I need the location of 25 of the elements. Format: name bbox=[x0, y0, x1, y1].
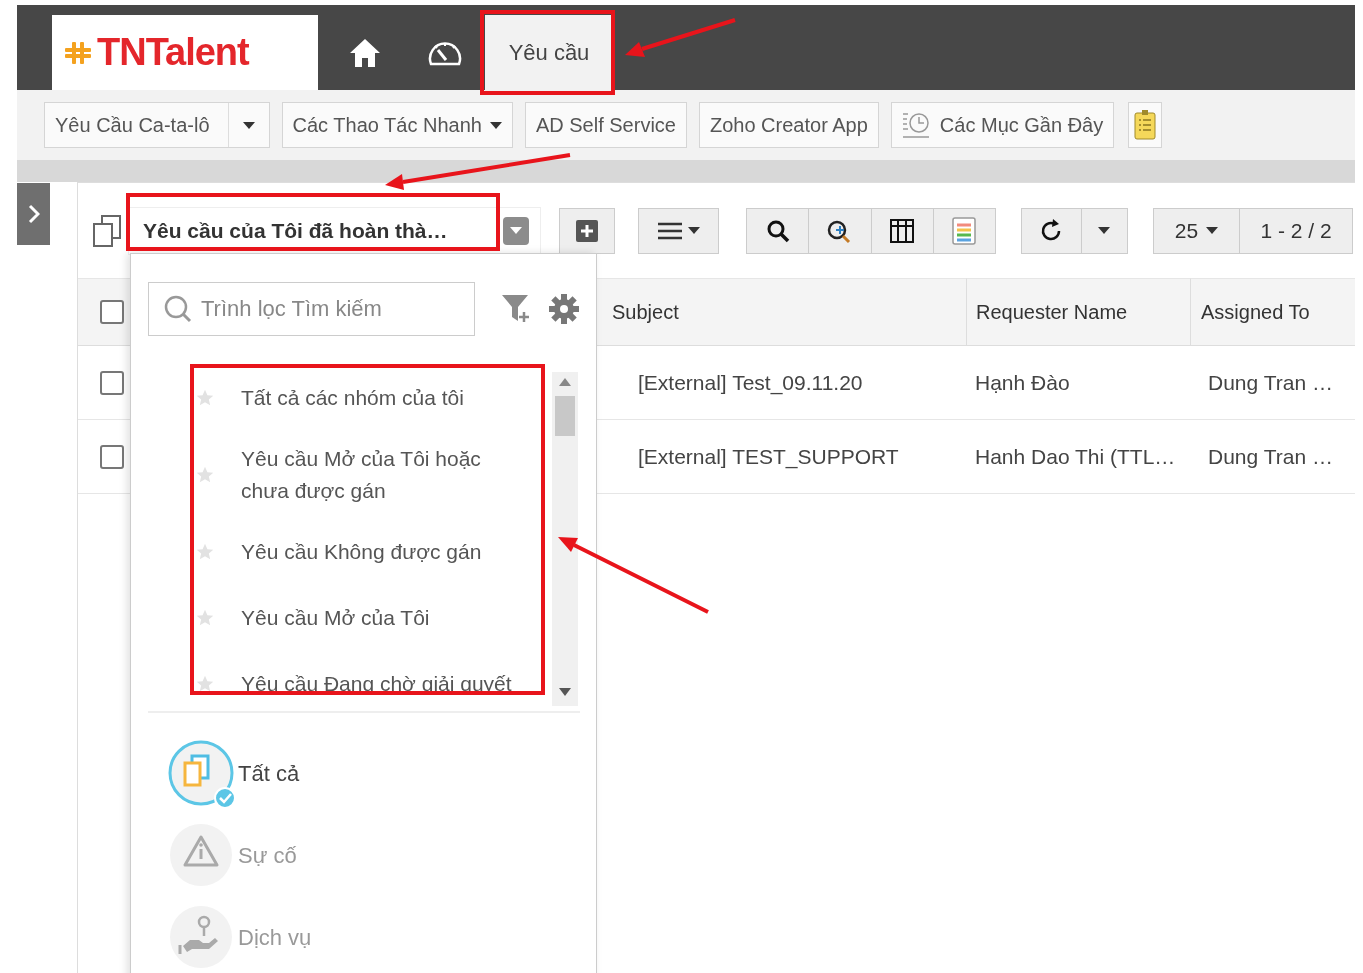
filter-item[interactable]: Yêu cầu Mở của Tôi hoặc chưa được gán bbox=[241, 443, 481, 507]
category-label[interactable]: Tất cả bbox=[238, 761, 300, 787]
filter-item[interactable]: Yêu cầu Không được gán bbox=[241, 536, 482, 568]
table-cell: Dung Tran … bbox=[1208, 370, 1333, 395]
requests-tab[interactable]: Yêu cầu bbox=[485, 15, 613, 90]
page-range: 1 - 2 / 2 bbox=[1240, 208, 1352, 253]
quick-actions-dropdown[interactable]: Các Thao Tác Nhanh bbox=[281, 102, 513, 148]
catalog-dropdown[interactable]: Yêu Cầu Ca-ta-lô bbox=[44, 102, 270, 148]
table-cell: Hanh Dao Thi (TTL… bbox=[975, 444, 1176, 469]
view-selector[interactable]: Yêu cầu của Tôi đã hoàn thà… bbox=[128, 206, 541, 255]
filter-item[interactable]: Tất cả các nhóm của tôi bbox=[241, 382, 464, 414]
page-size-dropdown[interactable]: 25 bbox=[1154, 208, 1240, 253]
table-cell: Hạnh Đào bbox=[975, 370, 1070, 395]
table-cell: [External] TEST_SUPPORT bbox=[638, 444, 899, 469]
table-cell: [External] Test_09.11.20 bbox=[638, 370, 863, 395]
toolbar-button[interactable]: Zoho Creator App bbox=[698, 102, 879, 148]
logo-text: TNTalent bbox=[97, 31, 249, 74]
filter-item[interactable]: Yêu cầu Mở của Tôi bbox=[241, 602, 430, 634]
toolbar-button[interactable]: AD Self Service bbox=[524, 102, 687, 148]
recent-items-button[interactable]: Các Mục Gần Đây bbox=[890, 102, 1115, 148]
filter-search-field[interactable]: Trình lọc Tìm kiếm bbox=[148, 282, 475, 336]
table-cell: Dung Tran … bbox=[1208, 444, 1333, 469]
column-header[interactable]: Subject bbox=[612, 300, 679, 324]
view-title[interactable]: Yêu cầu của Tôi đã hoàn thà… bbox=[143, 218, 493, 243]
catalog-button-label[interactable]: Yêu Cầu Ca-ta-lô bbox=[45, 113, 220, 137]
